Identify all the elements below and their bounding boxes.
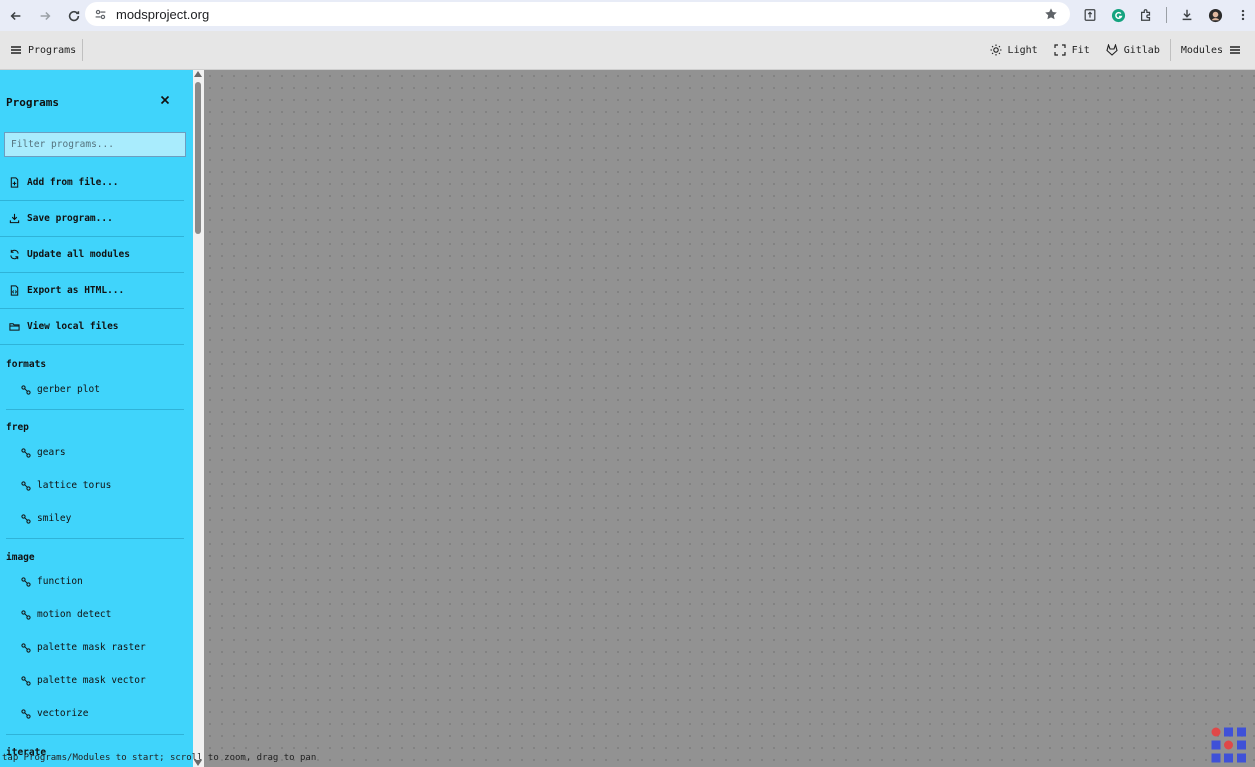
site-info-icon[interactable] (89, 3, 111, 25)
export-as-html-button[interactable]: Export as HTML... (0, 273, 184, 309)
category-formats: formats (6, 359, 47, 370)
category-frep: frep (6, 422, 29, 433)
extensions-area (1078, 3, 1255, 27)
link-icon (21, 513, 31, 524)
bookmark-star-icon[interactable] (1042, 5, 1060, 23)
url-text[interactable]: modsproject.org (116, 7, 209, 22)
link-icon (21, 708, 31, 719)
program-item[interactable]: smiley (21, 513, 71, 524)
action-label: Add from file... (27, 177, 119, 188)
action-label: Save program... (27, 213, 113, 224)
program-label: lattice torus (37, 480, 112, 491)
category-divider (6, 538, 184, 539)
file-code-icon (10, 285, 19, 296)
program-label: gears (37, 447, 66, 458)
program-item[interactable]: function (21, 576, 83, 587)
program-item[interactable]: palette mask vector (21, 675, 146, 686)
action-label: View local files (27, 321, 119, 332)
fit-button[interactable]: Fit (1046, 36, 1098, 64)
program-label: palette mask raster (37, 642, 146, 653)
refresh-icon (10, 249, 19, 260)
toolbar-right-group: Light Fit Gitlab Modules (982, 36, 1249, 64)
gitlab-label: Gitlab (1123, 44, 1160, 56)
link-icon (21, 480, 31, 491)
program-label: vectorize (37, 708, 89, 719)
close-icon[interactable] (158, 93, 172, 107)
link-icon (21, 576, 31, 587)
sidebar-title: Programs (6, 96, 59, 109)
folder-icon (9, 323, 20, 331)
view-local-files-button[interactable]: View local files (0, 309, 184, 345)
update-all-modules-button[interactable]: Update all modules (0, 237, 184, 273)
program-canvas[interactable] (204, 70, 1255, 767)
gitlab-icon (1106, 44, 1118, 56)
program-item[interactable]: vectorize (21, 708, 88, 719)
browser-chrome: modsproject.org (0, 0, 1255, 31)
link-icon (21, 447, 31, 458)
back-icon[interactable] (3, 3, 29, 29)
link-icon (21, 642, 31, 653)
action-label: Update all modules (27, 249, 130, 260)
modules-menu-button[interactable]: Modules (1173, 36, 1249, 64)
program-label: palette mask vector (37, 675, 146, 686)
fit-label: Fit (1071, 44, 1090, 56)
address-bar[interactable]: modsproject.org (85, 2, 1070, 26)
toolbar-divider (1169, 39, 1171, 61)
programs-menu-label: Programs (28, 44, 77, 56)
download-icon (9, 213, 20, 224)
program-item[interactable]: gerber plot (21, 384, 100, 395)
browser-menu-icon[interactable] (1231, 3, 1255, 27)
file-add-icon (10, 177, 19, 188)
program-label: smiley (37, 513, 72, 524)
category-image: image (6, 552, 35, 563)
program-item[interactable]: palette mask raster (21, 642, 146, 653)
scroll-up-arrow-icon[interactable] (194, 71, 202, 77)
link-icon (21, 609, 31, 620)
status-hint: tap Programs/Modules to start; scroll to… (2, 753, 317, 763)
add-from-file-button[interactable]: Add from file... (0, 165, 184, 201)
link-icon (21, 384, 31, 395)
app-toolbar: Programs Light Fit Gitlab Modules (0, 31, 1255, 70)
link-icon (21, 675, 31, 686)
light-theme-label: Light (1007, 44, 1038, 56)
save-program-button[interactable]: Save program... (0, 201, 184, 237)
program-label: gerber plot (37, 384, 100, 395)
action-label: Export as HTML... (27, 285, 125, 296)
scroll-thumb[interactable] (195, 82, 201, 234)
program-item[interactable]: lattice torus (21, 480, 111, 491)
fit-icon (1054, 44, 1066, 56)
category-divider (6, 409, 184, 410)
program-item[interactable]: motion detect (21, 609, 111, 620)
category-divider (6, 734, 184, 735)
hamburger-icon (1230, 46, 1240, 54)
light-theme-button[interactable]: Light (982, 36, 1046, 64)
reload-icon[interactable] (61, 3, 87, 29)
grammarly-icon[interactable] (1106, 3, 1130, 27)
mods-logo-icon (1211, 727, 1246, 763)
forward-icon[interactable] (32, 3, 58, 29)
programs-menu-button[interactable]: Programs (2, 36, 84, 64)
gitlab-button[interactable]: Gitlab (1098, 36, 1168, 64)
program-label: motion detect (37, 609, 112, 620)
puzzle-extensions-icon[interactable] (1134, 3, 1158, 27)
programs-sidebar: Programs Add from file... Save program..… (0, 70, 193, 767)
extension-app-icon[interactable] (1078, 3, 1102, 27)
program-item[interactable]: gears (21, 447, 66, 458)
toolbar-divider (82, 39, 83, 61)
profile-avatar-icon[interactable] (1203, 3, 1227, 27)
program-label: function (37, 576, 83, 587)
toolbar-separator (1166, 7, 1167, 23)
sidebar-scrollbar[interactable] (193, 70, 204, 767)
filter-programs-input[interactable] (4, 132, 186, 157)
hamburger-icon (11, 46, 21, 54)
sun-icon (990, 44, 1002, 56)
modules-menu-label: Modules (1180, 44, 1223, 56)
downloads-icon[interactable] (1175, 3, 1199, 27)
